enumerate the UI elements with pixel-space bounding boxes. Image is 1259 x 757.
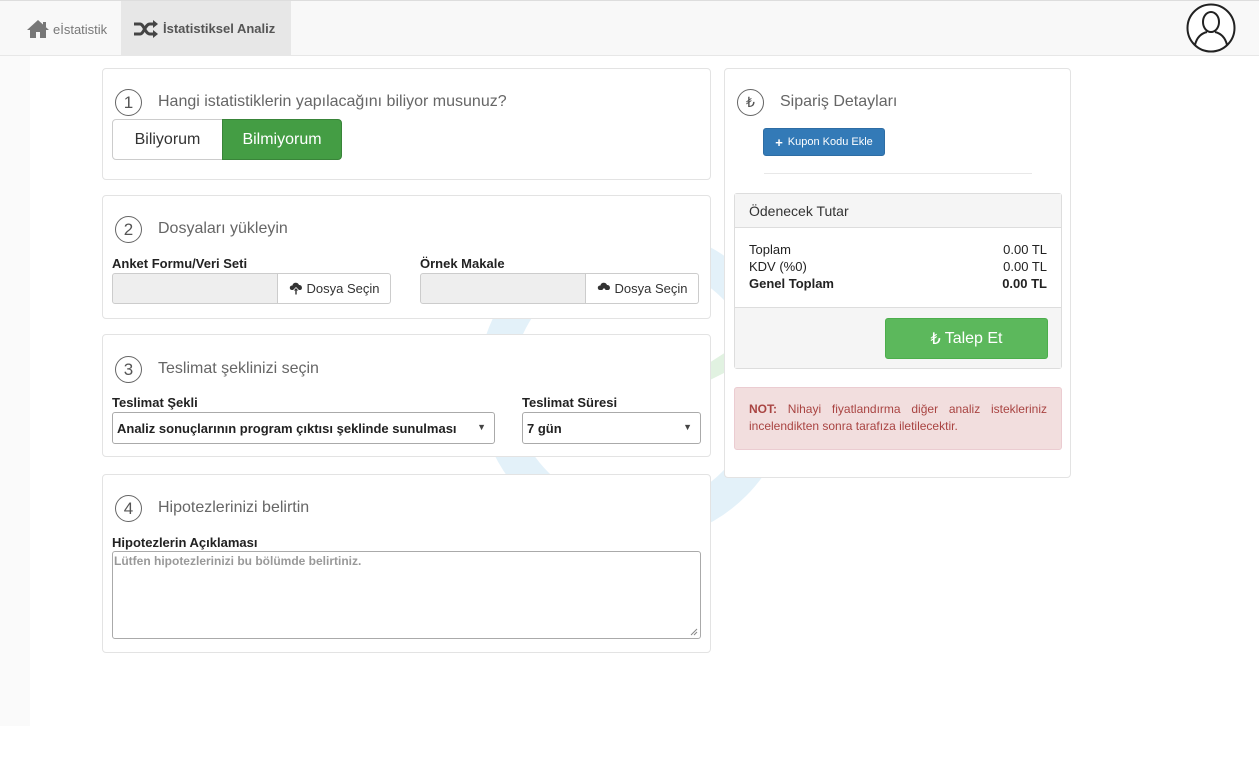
step2-title: Dosyaları yükleyin (158, 220, 288, 237)
hypothesis-placeholder: Lütfen hipotezlerinizi bu bölümde belirt… (114, 554, 362, 568)
survey-file-label: Anket Formu/Veri Seti (112, 256, 248, 271)
note-prefix: NOT: (749, 402, 777, 416)
survey-file-input[interactable] (112, 273, 278, 304)
add-coupon-button[interactable]: + Kupon Kodu Ekle (763, 128, 885, 156)
step1-number: 1 (115, 89, 142, 116)
pricing-note-alert: NOT: Nihayi fiyatlandırma diğer analiz i… (734, 387, 1062, 450)
user-avatar-icon[interactable] (1186, 3, 1236, 53)
divider (764, 173, 1032, 174)
step3-title: Teslimat şeklinizi seçin (158, 360, 319, 377)
cloud-upload-icon (289, 282, 302, 295)
top-navbar: eİstatistik İstatistiksel Analiz (0, 0, 1259, 56)
delivery-method-value: Analiz sonuçlarının program çıktısı şekl… (117, 420, 457, 436)
hypothesis-description-label: Hipotezlerin Açıklaması (112, 535, 258, 550)
hypothesis-textarea[interactable]: Lütfen hipotezlerinizi bu bölümde belirt… (112, 551, 701, 639)
home-icon (27, 20, 49, 38)
tax-label: KDV (%0) (749, 259, 807, 274)
delivery-duration-select[interactable]: 7 gün ▼ (522, 412, 701, 444)
amount-title: Ödenecek Tutar (735, 194, 1061, 228)
subtotal-row: Toplam 0.00 TL (749, 242, 1047, 257)
sample-article-label: Örnek Makale (420, 256, 505, 271)
nav-tab-statistical-analysis[interactable]: İstatistiksel Analiz (121, 1, 291, 56)
sample-article-choose-button[interactable]: Dosya Seçin (585, 273, 699, 304)
cloud-upload-icon (597, 282, 610, 295)
option-know-button[interactable]: Biliyorum (112, 119, 223, 160)
step4-title: Hipotezlerinizi belirtin (158, 499, 310, 516)
home-link-label: eİstatistik (53, 21, 108, 37)
step1-title: Hangi istatistiklerin yapılacağını biliy… (158, 93, 507, 110)
submit-request-button[interactable]: ₺ Talep Et (885, 318, 1048, 359)
delivery-duration-label: Teslimat Süresi (522, 395, 618, 410)
resize-grip-icon[interactable] (690, 628, 698, 636)
tax-value: 0.00 TL (1003, 259, 1047, 274)
shuffle-icon (134, 19, 158, 38)
sample-article-choose-label: Dosya Seçin (614, 281, 688, 296)
chevron-down-icon: ▼ (477, 422, 486, 432)
grand-total-value: 0.00 TL (1002, 276, 1047, 291)
sample-article-input[interactable] (420, 273, 586, 304)
lira-icon: ₺ (930, 330, 941, 348)
grand-total-label: Genel Toplam (749, 276, 834, 291)
step4-number: 4 (115, 495, 142, 522)
order-details-title: Sipariş Detayları (780, 93, 898, 110)
delivery-method-select[interactable]: Analiz sonuçlarının program çıktısı şekl… (112, 412, 495, 444)
amount-footer: ₺ Talep Et (735, 307, 1061, 368)
page-side-background (0, 56, 30, 726)
subtotal-label: Toplam (749, 242, 791, 257)
grand-total-row: Genel Toplam 0.00 TL (749, 276, 1047, 291)
survey-file-choose-button[interactable]: Dosya Seçin (277, 273, 391, 304)
plus-icon: + (775, 134, 783, 150)
delivery-duration-value: 7 gün (527, 420, 562, 436)
add-coupon-label: Kupon Kodu Ekle (787, 136, 873, 148)
subtotal-value: 0.00 TL (1003, 242, 1047, 257)
step2-number: 2 (115, 216, 142, 243)
option-dont-know-button[interactable]: Bilmiyorum (222, 119, 342, 160)
submit-request-label: Talep Et (944, 329, 1003, 347)
step3-number: 3 (115, 356, 142, 383)
note-text: Nihayi fiyatlandırma diğer analiz istekl… (749, 402, 1047, 433)
nav-tab-label: İstatistiksel Analiz (163, 21, 276, 36)
survey-file-choose-label: Dosya Seçin (306, 281, 380, 296)
home-link[interactable]: eİstatistik (26, 17, 107, 41)
lira-icon: ₺ (737, 89, 764, 116)
amount-box: Ödenecek Tutar Toplam 0.00 TL KDV (%0) 0… (734, 193, 1062, 369)
tax-row: KDV (%0) 0.00 TL (749, 259, 1047, 274)
chevron-down-icon: ▼ (683, 422, 692, 432)
delivery-method-label: Teslimat Şekli (112, 395, 198, 410)
